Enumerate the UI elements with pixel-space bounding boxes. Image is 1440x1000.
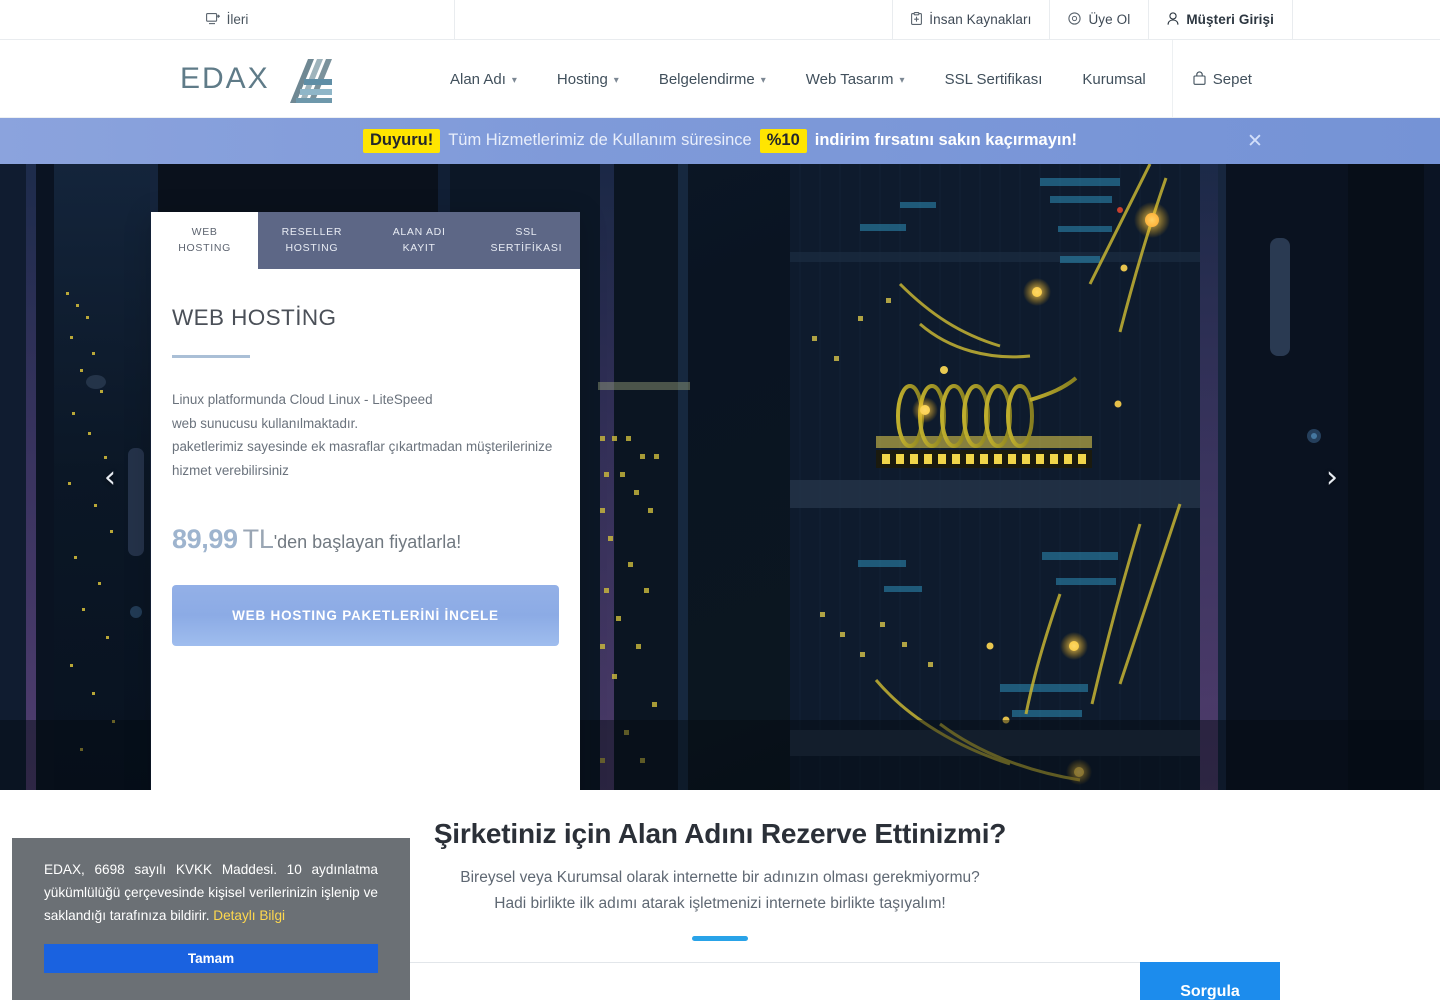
- logo-text: EDAX: [180, 61, 270, 95]
- nav-item-alan-adi[interactable]: Alan Adı ▾: [430, 40, 537, 118]
- hero-tab-line2: HOSTING: [285, 241, 339, 254]
- chevron-down-icon: ▾: [511, 74, 517, 86]
- carousel-next-button[interactable]: ›: [1312, 457, 1352, 497]
- logo-mark-icon: [274, 53, 336, 105]
- close-icon[interactable]: ✕: [1242, 128, 1268, 154]
- site-logo[interactable]: EDAX: [180, 53, 336, 105]
- page-root: İleri İnsan Kaynakları Üye Ol Müşteri Gi…: [0, 0, 1440, 1000]
- announcement-middle: Tüm Hizmetlerimiz de Kullanım süresince: [448, 131, 752, 149]
- topbar-item-label: Üye Ol: [1088, 12, 1131, 27]
- hero-card-title: WEB HOSTİNG: [172, 305, 337, 330]
- hero-tab-line2: HOSTING: [178, 241, 231, 254]
- topbar-item-label: İnsan Kaynakları: [929, 12, 1032, 27]
- hero-tab-reseller-hosting[interactable]: RESELLER HOSTING: [258, 212, 366, 269]
- topbar-right-zone: [1292, 0, 1440, 39]
- nav-item-label: Alan Adı: [450, 70, 506, 88]
- kvkk-text: EDAX, 6698 sayılı KVKK Maddesi. 10 aydın…: [44, 858, 378, 927]
- nav-item-ssl-sertifikasi[interactable]: SSL Sertifikası: [925, 40, 1063, 118]
- carousel-prev-button[interactable]: ‹: [90, 457, 130, 497]
- hero-card-price: 89,99 TL'den başlayan fiyatlarla!: [172, 524, 558, 555]
- hero-tab-line1: RESELLER: [281, 226, 343, 239]
- topbar-item-insan-kaynaklari[interactable]: İnsan Kaynakları: [892, 0, 1049, 39]
- nav-item-web-tasarim[interactable]: Web Tasarım ▾: [786, 40, 925, 118]
- main-navbar: EDAX Alan Adı ▾ Hosting ▾ Belgelendirme …: [0, 40, 1440, 118]
- nav-item-label: Kurumsal: [1082, 70, 1146, 88]
- hero-product-card: WEB HOSTING RESELLER HOSTING ALAN ADI KA…: [151, 212, 580, 790]
- announcement-banner: Duyuru! Tüm Hizmetlerimiz de Kullanım sü…: [0, 118, 1440, 164]
- price-suffix: 'den başlayan fiyatlarla!: [273, 532, 462, 552]
- domain-search-button[interactable]: Sorgula: [1140, 962, 1280, 1000]
- nav-item-label: SSL Sertifikası: [944, 70, 1043, 88]
- topbar-item-uye-ol[interactable]: Üye Ol: [1049, 0, 1148, 39]
- hero-cta-button[interactable]: WEB HOSTING PAKETLERİNİ İNCELE: [172, 585, 559, 646]
- screen-share-icon: [205, 12, 220, 27]
- topbar-left-zone: İleri: [0, 0, 455, 39]
- chevron-down-icon: ▾: [613, 74, 619, 86]
- hero-tab-line1: ALAN ADI: [392, 226, 446, 239]
- ileri-label: İleri: [226, 12, 249, 27]
- topbar-item-label: Müşteri Girişi: [1186, 12, 1274, 27]
- nav-item-label: Hosting: [556, 70, 608, 88]
- hero-card-body: WEB HOSTİNG Linux platformunda Cloud Lin…: [151, 269, 580, 646]
- announcement-end: indirim fırsatını sakın kaçırmayın!: [814, 131, 1078, 149]
- clipboard-icon: [911, 12, 923, 27]
- hero-desc-line: Linux platformunda Cloud Linux - LiteSpe…: [172, 392, 433, 407]
- kvkk-detail-link[interactable]: Detaylı Bilgi: [213, 908, 285, 923]
- basket-icon: [1193, 71, 1206, 87]
- hero-tab-ssl-sertifikasi[interactable]: SSL SERTİFİKASI: [472, 212, 580, 269]
- hero-tab-line2: SERTİFİKASI: [490, 241, 563, 254]
- price-amount: 89,99: [172, 524, 238, 554]
- hero-tab-line1: WEB: [191, 226, 218, 239]
- hero-desc-line: hizmet verebilirsiniz: [172, 462, 289, 478]
- hero-tab-web-hosting[interactable]: WEB HOSTING: [151, 212, 259, 269]
- kvkk-accept-button[interactable]: Tamam: [44, 944, 378, 973]
- hero-desc-line: paketlerimiz sayesinde ek masraflar çıka…: [172, 439, 553, 454]
- nav-item-hosting[interactable]: Hosting ▾: [537, 40, 639, 118]
- chevron-right-icon: ›: [1326, 459, 1338, 495]
- hero-tab-line1: SSL: [515, 226, 538, 239]
- chevron-down-icon: ▾: [760, 74, 766, 86]
- hero-tab-alan-adi-kayit[interactable]: ALAN ADI KAYIT: [365, 212, 473, 269]
- topbar-item-musteri-girisi[interactable]: Müşteri Girişi: [1148, 0, 1292, 39]
- kvkk-body: EDAX, 6698 sayılı KVKK Maddesi. 10 aydın…: [44, 862, 378, 923]
- section-accent-bar: [692, 936, 748, 941]
- announcement-badge: Duyuru!: [362, 129, 441, 153]
- gear-icon: [1068, 12, 1082, 27]
- chevron-left-icon: ‹: [104, 459, 116, 495]
- announcement-discount: %10: [759, 129, 807, 153]
- nav-links: Alan Adı ▾ Hosting ▾ Belgelendirme ▾ Web…: [430, 40, 1272, 118]
- hero-tab-line2: KAYIT: [402, 241, 436, 254]
- hero-tabs: WEB HOSTING RESELLER HOSTING ALAN ADI KA…: [151, 212, 580, 269]
- kvkk-cookie-notice: EDAX, 6698 sayılı KVKK Maddesi. 10 aydın…: [12, 838, 410, 1000]
- nav-item-belgelendirme[interactable]: Belgelendirme ▾: [639, 40, 786, 118]
- nav-item-label: Web Tasarım: [805, 70, 894, 88]
- utility-topbar: İleri İnsan Kaynakları Üye Ol Müşteri Gi…: [0, 0, 1440, 40]
- hero-card-divider: [172, 355, 250, 358]
- user-icon: [1167, 12, 1179, 27]
- cart-label: Sepet: [1212, 70, 1252, 88]
- chevron-down-icon: ▾: [899, 74, 905, 86]
- hero-card-description: Linux platformunda Cloud Linux - LiteSpe…: [172, 388, 558, 482]
- price-currency: TL: [242, 524, 274, 554]
- hero-carousel: ‹ › WEB HOSTING RESELLER HOSTING ALAN AD…: [0, 164, 1440, 790]
- nav-item-kurumsal[interactable]: Kurumsal: [1062, 40, 1165, 118]
- cart-button[interactable]: Sepet: [1173, 40, 1272, 118]
- announcement-text: Duyuru! Tüm Hizmetlerimiz de Kullanım sü…: [362, 129, 1078, 153]
- ileri-button[interactable]: İleri: [205, 12, 249, 27]
- nav-item-label: Belgelendirme: [658, 70, 755, 88]
- hero-desc-line: web sunucusu kullanılmaktadır.: [172, 415, 359, 431]
